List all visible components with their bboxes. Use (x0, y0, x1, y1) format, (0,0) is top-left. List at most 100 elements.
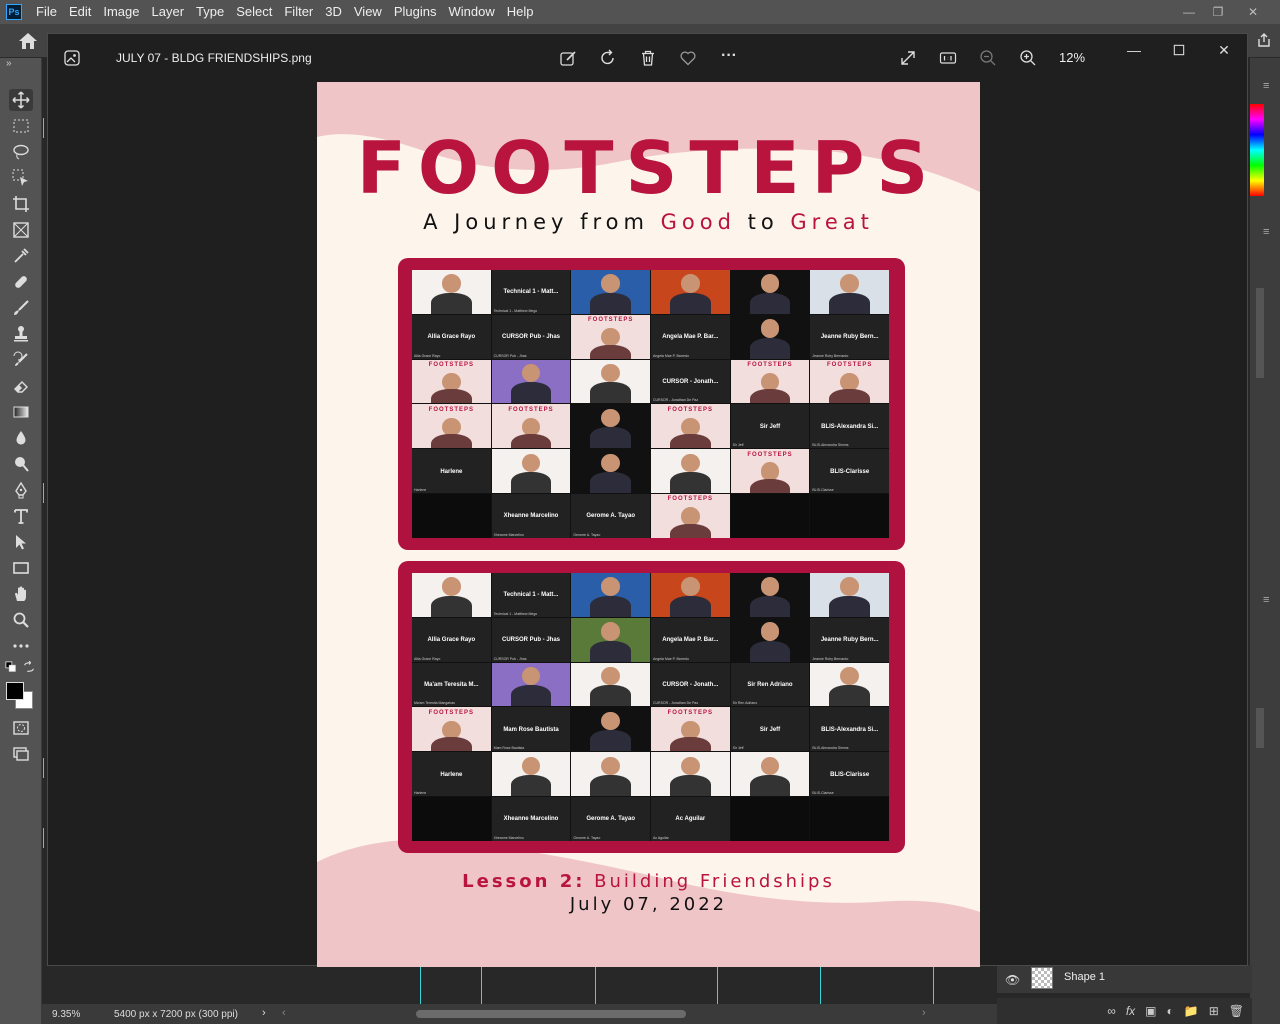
blur-tool-icon[interactable] (9, 427, 33, 449)
more-tools-icon[interactable] (9, 635, 33, 657)
link-layers-icon[interactable]: ∞ (1107, 1004, 1116, 1018)
frame-tool-icon[interactable] (9, 219, 33, 241)
panel-menu-icon[interactable]: ≡ (1263, 80, 1269, 92)
foreground-color-swatch[interactable] (6, 682, 24, 700)
visibility-eye-icon[interactable]: 👁 (1005, 973, 1020, 987)
panel-menu-icon[interactable]: ≡ (1263, 226, 1269, 238)
participant-name: Gerome A. Tayao (586, 513, 635, 520)
path-selection-tool-icon[interactable] (9, 531, 33, 553)
ps-close-icon[interactable]: ✕ (1238, 0, 1268, 24)
status-bar: 9.35% 5400 px x 7200 px (300 ppi) › ‹ › (42, 1004, 997, 1024)
zoom-in-icon[interactable] (1018, 48, 1038, 68)
participant-name-tile: Allia Grace Rayo Allia Grace Rayo (412, 314, 491, 359)
delete-layer-icon[interactable]: 🗑 (1229, 1004, 1244, 1018)
screen-mode-icon[interactable] (9, 743, 33, 765)
menu-plugins[interactable]: Plugins (388, 0, 443, 24)
scroll-right-icon[interactable]: › (922, 1007, 926, 1019)
swap-colors-icon[interactable] (22, 660, 36, 674)
delete-icon[interactable] (638, 48, 658, 68)
new-group-icon[interactable]: 📁 (1184, 1004, 1199, 1018)
favorite-heart-icon[interactable] (678, 48, 698, 68)
collapse-toolbar-icon[interactable]: » (6, 58, 12, 69)
subtitle-great: Great (790, 210, 874, 234)
participant-name: Angela Mae P. Bar... (662, 334, 719, 341)
ps-restore-icon[interactable]: ❐ (1203, 0, 1233, 24)
color-spectrum[interactable] (1250, 104, 1264, 196)
healing-brush-tool-icon[interactable] (9, 271, 33, 293)
menu-window[interactable]: Window (442, 0, 500, 24)
object-selection-tool-icon[interactable] (9, 167, 33, 189)
participant-head (760, 577, 780, 596)
new-layer-icon[interactable]: ⊞ (1209, 1004, 1219, 1018)
zoom-percentage[interactable]: 9.35% (52, 1009, 80, 1020)
participant-video-tile (730, 270, 810, 314)
brush-tool-icon[interactable] (9, 297, 33, 319)
menu-view[interactable]: View (348, 0, 388, 24)
participant-head (760, 274, 780, 293)
participant-head (680, 453, 700, 473)
panel-scrollbar[interactable] (1256, 708, 1264, 748)
scroll-left-icon[interactable]: ‹ (282, 1007, 286, 1019)
ps-minimize-icon[interactable]: — (1174, 0, 1204, 24)
layer-name[interactable]: Shape 1 (1064, 971, 1105, 983)
menu-select[interactable]: Select (230, 0, 278, 24)
zoom-level[interactable]: 12% (1059, 50, 1085, 65)
participant-head (521, 417, 541, 437)
participant-head (521, 364, 541, 383)
fx-icon[interactable]: fx (1126, 1004, 1135, 1018)
hand-tool-icon[interactable] (9, 583, 33, 605)
more-options-button[interactable]: ··· (714, 46, 744, 66)
horizontal-scrollbar[interactable] (416, 1010, 686, 1018)
adjustment-layer-icon[interactable]: ◐ (1167, 1004, 1174, 1018)
participant-name-tile: Ma'am Teresita M... Ma'am Teresita Mangah… (412, 662, 491, 707)
menu-filter[interactable]: Filter (278, 0, 319, 24)
panel-scrollbar[interactable] (1256, 288, 1264, 378)
participant-body (749, 640, 791, 662)
gradient-tool-icon[interactable] (9, 401, 33, 423)
participant-body (669, 595, 711, 617)
clone-stamp-tool-icon[interactable] (9, 323, 33, 345)
panel-menu-icon[interactable]: ≡ (1263, 594, 1269, 606)
participant-video-tile (810, 270, 889, 314)
status-menu-chevron-icon[interactable]: › (262, 1007, 266, 1019)
layer-row[interactable]: 👁 Shape 1 (997, 965, 1252, 993)
lasso-tool-icon[interactable] (9, 141, 33, 163)
eyedropper-tool-icon[interactable] (9, 245, 33, 267)
crop-tool-icon[interactable] (9, 193, 33, 215)
rectangle-tool-icon[interactable] (9, 557, 33, 579)
pen-tool-icon[interactable] (9, 479, 33, 501)
history-brush-tool-icon[interactable] (9, 349, 33, 371)
participant-name: Sir Jeff (759, 726, 781, 733)
viewer-minimize-icon[interactable]: — (1124, 40, 1144, 60)
home-icon[interactable] (18, 32, 38, 50)
zoom-screenshot-frame: Technical 1 - Matt... Technical 1 - Matth… (398, 561, 905, 853)
type-tool-icon[interactable] (9, 505, 33, 527)
fullscreen-icon[interactable] (898, 48, 918, 68)
actual-size-icon[interactable] (938, 48, 958, 68)
menu-layer[interactable]: Layer (146, 0, 191, 24)
menu-type[interactable]: Type (190, 0, 230, 24)
marquee-tool-icon[interactable] (9, 115, 33, 137)
gallery-icon[interactable] (62, 48, 82, 68)
menu-file[interactable]: File (30, 0, 63, 24)
menu-edit[interactable]: Edit (63, 0, 97, 24)
menu-help[interactable]: Help (501, 0, 540, 24)
participant-body (749, 389, 791, 404)
default-colors-icon[interactable] (4, 660, 18, 674)
guide-line (717, 966, 718, 1004)
edit-image-icon[interactable] (558, 48, 578, 68)
eraser-tool-icon[interactable] (9, 375, 33, 397)
zoom-tool-icon[interactable] (9, 609, 33, 631)
menu-image[interactable]: Image (97, 0, 145, 24)
dodge-tool-icon[interactable] (9, 453, 33, 475)
move-tool-icon[interactable] (9, 89, 33, 111)
share-icon[interactable] (1256, 32, 1272, 48)
footsteps-background-tile: FOOTSTEPS (650, 707, 730, 752)
quick-mask-icon[interactable] (9, 717, 33, 739)
rotate-icon[interactable] (598, 48, 618, 68)
viewer-close-icon[interactable]: ✕ (1214, 40, 1234, 60)
menu-3d[interactable]: 3D (319, 0, 348, 24)
add-mask-icon[interactable]: ▣ (1145, 1004, 1156, 1018)
zoom-out-icon[interactable] (978, 48, 998, 68)
viewer-maximize-icon[interactable] (1169, 40, 1189, 60)
